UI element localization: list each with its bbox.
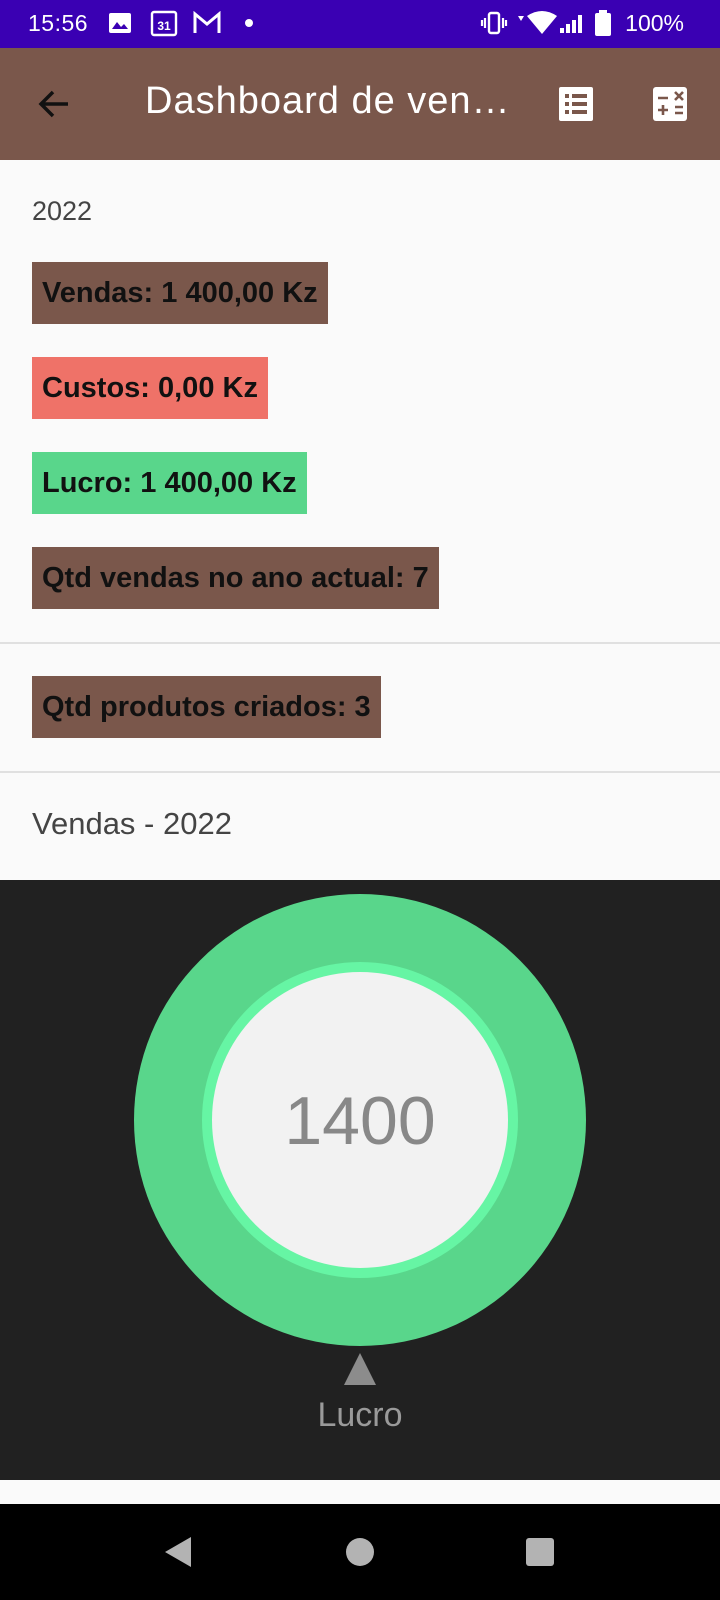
calendar-icon: 31: [150, 9, 178, 37]
nav-back-button[interactable]: [148, 1522, 208, 1582]
home-circle-icon: [346, 1538, 374, 1566]
costs-total-badge: Custos: 0,00 Kz: [32, 357, 268, 419]
sales-chart: 1400 Lucro: [0, 880, 720, 1480]
battery-icon: [594, 9, 612, 37]
year-label: 2022: [32, 196, 93, 226]
status-time: 15:56: [28, 10, 89, 36]
battery-percent: 100%: [625, 10, 684, 36]
dot-icon: [244, 9, 254, 37]
nav-home-button[interactable]: [330, 1522, 390, 1582]
legend-marker-icon: [344, 1353, 376, 1385]
products-count-badge: Qtd produtos criados: 3: [32, 676, 381, 738]
signal-icon: [558, 9, 588, 37]
recents-square-icon: [526, 1538, 554, 1566]
wifi-icon: [516, 9, 558, 37]
back-button[interactable]: [26, 76, 82, 132]
back-arrow-icon: [38, 90, 68, 118]
profit-total-badge: Lucro: 1 400,00 Kz: [32, 452, 307, 514]
divider: [0, 642, 720, 644]
status-bar: 15:56 31 100%: [0, 0, 720, 48]
sales-count-badge: Qtd vendas no ano actual: 7: [32, 547, 439, 609]
back-triangle-icon: [165, 1537, 191, 1567]
list-icon: [559, 87, 593, 121]
list-button[interactable]: [548, 76, 604, 132]
vibrate-icon: [480, 9, 508, 37]
donut-chart: 1400 Lucro: [134, 894, 586, 1434]
calculator-button[interactable]: [642, 76, 698, 132]
image-icon: [108, 9, 132, 37]
divider: [0, 771, 720, 773]
system-nav-bar: [0, 1504, 720, 1600]
page-title: Dashboard de ven…: [145, 80, 511, 122]
chart-title: Vendas - 2022: [32, 806, 232, 841]
bottom-strip: [0, 1480, 720, 1504]
app-bar: Dashboard de ven…: [0, 48, 720, 160]
sales-total-badge: Vendas: 1 400,00 Kz: [32, 262, 328, 324]
calendar-day-text: 31: [157, 19, 171, 33]
calculator-icon: [653, 87, 687, 121]
gmail-icon: [192, 9, 222, 37]
donut-center-value: 1400: [284, 1083, 435, 1159]
legend-label: Lucro: [317, 1396, 402, 1434]
nav-recents-button[interactable]: [510, 1522, 570, 1582]
